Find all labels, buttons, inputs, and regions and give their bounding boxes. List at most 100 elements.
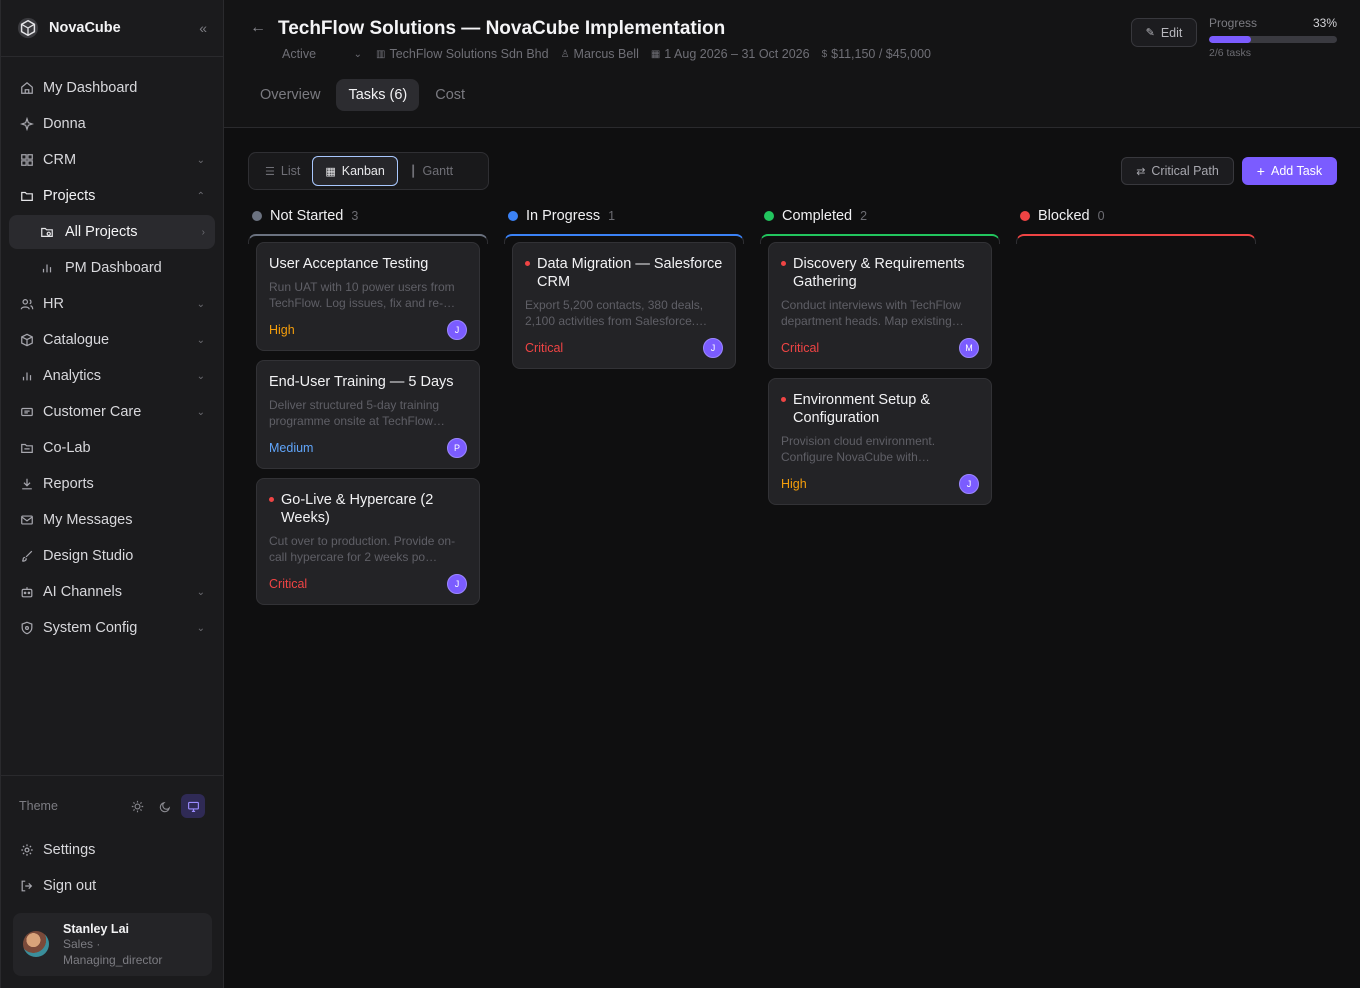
sidebar-item-projects[interactable]: Projects ⌃ [9,179,215,213]
sidebar-item-settings[interactable]: Settings [9,833,215,867]
owner-name: Marcus Bell [573,47,639,61]
sidebar-item-crm[interactable]: CRM ⌄ [9,143,215,177]
user-profile-card[interactable]: Stanley Lai Sales · Managing_director [13,913,212,976]
list-icon: ☰ [265,165,275,178]
kanban-column: Blocked 0 [1016,205,1256,244]
logout-icon [19,878,35,894]
critical-path-button[interactable]: ⇄ Critical Path [1121,157,1234,185]
sidebar-item-design-studio[interactable]: Design Studio [9,539,215,573]
budget-meta: $ $11,150 / $45,000 [822,47,931,61]
sidebar-item-label: Design Studio [43,548,134,564]
sidebar-item-pm-dashboard[interactable]: PM Dashboard [9,251,215,285]
add-task-button[interactable]: + Add Task [1242,157,1337,185]
edit-button[interactable]: ✎ Edit [1131,18,1197,47]
sidebar-item-label: Catalogue [43,332,110,348]
brand-name: NovaCube [49,20,121,36]
assignee-avatar[interactable]: M [959,338,979,358]
progress-tasks: 2/6 tasks [1209,47,1252,59]
sidebar-item-co-lab[interactable]: Co-Lab [9,431,215,465]
route-icon: ⇄ [1136,165,1146,178]
chevron-down-icon: ⌄ [196,586,205,598]
brand-header: NovaCube « [1,0,223,57]
status-select[interactable]: Active ⌄ [282,47,362,61]
sidebar-item-label: HR [43,296,64,312]
sidebar-item-reports[interactable]: Reports [9,467,215,501]
status-dot-icon [252,211,262,221]
critical-flag-icon [269,497,274,502]
folder-icon [19,440,35,456]
collapse-sidebar-icon[interactable]: « [199,20,207,36]
critical-flag-icon [781,397,786,402]
view-gantt-button[interactable]: ┃ Gantt [398,156,465,186]
gantt-icon: ┃ [409,165,417,178]
project-header: ← TechFlow Solutions — NovaCube Implemen… [224,0,1360,128]
home-icon [19,80,35,96]
monitor-icon[interactable] [181,794,205,818]
chevron-down-icon: ⌄ [196,622,205,634]
task-card[interactable]: Go-Live & Hypercare (2 Weeks) Cut over to… [256,478,480,605]
sidebar-item-label: My Dashboard [43,80,138,96]
sidebar-item-hr[interactable]: HR ⌄ [9,287,215,321]
sidebar-item-my-dashboard[interactable]: My Dashboard [9,71,215,105]
column-divider [1016,234,1256,244]
sidebar-item-donna[interactable]: Donna [9,107,215,141]
owner-meta: ♙ Marcus Bell [561,47,639,61]
theme-switcher: Theme [1,776,223,836]
chevron-down-icon: ⌄ [196,406,205,418]
task-title: Data Migration — Salesforce CRM [537,256,723,290]
assignee-avatar[interactable]: J [447,320,467,340]
project-meta: Active ⌄ ▥ TechFlow Solutions Sdn Bhd ♙ Ma… [282,47,943,61]
assignee-avatar[interactable]: P [447,438,467,458]
chevron-right-icon: › [201,226,205,238]
back-arrow-icon[interactable]: ← [250,19,266,37]
priority-badge: Critical [525,341,564,355]
sidebar-item-customer-care[interactable]: Customer Care ⌄ [9,395,215,429]
chevron-down-icon: ⌄ [353,48,362,60]
building-icon: ▥ [376,48,386,60]
tab-cost[interactable]: Cost [423,79,477,111]
sidebar-item-label: All Projects [65,224,138,240]
sidebar-item-analytics[interactable]: Analytics ⌄ [9,359,215,393]
task-card[interactable]: Discovery & Requirements Gathering Conduc… [768,242,992,369]
task-title: User Acceptance Testing [269,256,429,272]
budget-value: $11,150 / $45,000 [831,47,931,61]
sidebar-item-label: My Messages [43,512,133,528]
sidebar-item-all-projects[interactable]: All Projects › [9,215,215,249]
column-body: User Acceptance Testing Run UAT with 10 p… [248,242,488,605]
task-title-row: Data Migration — Salesforce CRM [525,255,723,291]
sidebar-item-ai-channels[interactable]: AI Channels ⌄ [9,575,215,609]
progress-bar [1209,36,1337,43]
sidebar-item-system-config[interactable]: System Config ⌄ [9,611,215,645]
sun-icon[interactable] [125,794,149,818]
critical-path-label: Critical Path [1151,164,1219,178]
avatar [23,931,49,957]
moon-icon[interactable] [153,794,177,818]
assignee-avatar[interactable]: J [447,574,467,594]
view-list-button[interactable]: ☰ List [253,156,312,186]
sidebar-item-catalogue[interactable]: Catalogue ⌄ [9,323,215,357]
dates-meta: ▦ 1 Aug 2026 – 31 Oct 2026 [651,47,810,61]
priority-badge: High [269,323,295,337]
column-title: Completed [782,208,853,224]
column-header: Not Started 3 [248,205,488,227]
task-title: Discovery & Requirements Gathering [793,256,965,290]
sidebar-item-my-messages[interactable]: My Messages [9,503,215,537]
task-card[interactable]: Environment Setup & Configuration Provisi… [768,378,992,505]
add-task-label: Add Task [1270,164,1323,178]
tab-overview[interactable]: Overview [248,79,332,111]
sidebar-item-label: Projects [43,188,96,204]
task-card[interactable]: User Acceptance Testing Run UAT with 10 p… [256,242,480,351]
mail-icon [19,512,35,528]
task-description: Export 5,200 contacts, 380 deals, 2,100 … [525,298,708,328]
task-card[interactable]: Data Migration — Salesforce CRM Export 5,… [512,242,736,369]
sidebar-item-sign-out[interactable]: Sign out [9,869,215,903]
task-card[interactable]: End-User Training — 5 Days Deliver struct… [256,360,480,469]
tab-tasks[interactable]: Tasks (6) [336,79,420,111]
view-kanban-button[interactable]: ▦ Kanban [312,156,398,186]
assignee-avatar[interactable]: J [703,338,723,358]
brush-icon [19,548,35,564]
bar-chart-icon [39,260,55,276]
chevron-down-icon: ⌄ [196,370,205,382]
assignee-avatar[interactable]: J [959,474,979,494]
settings-label: Settings [43,842,96,858]
